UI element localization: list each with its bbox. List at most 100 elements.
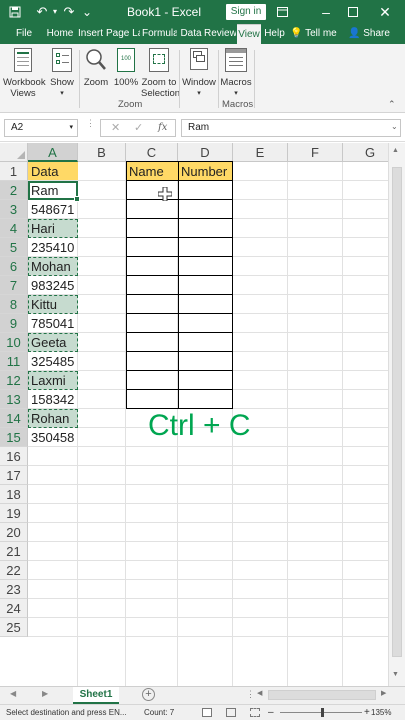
ribbon-separator	[79, 50, 80, 108]
tab-formulas[interactable]: Formula	[142, 24, 177, 44]
next-sheet-icon[interactable]: ▶	[42, 689, 48, 698]
collapse-ribbon-icon[interactable]: ⌃	[388, 99, 396, 110]
window-dropdown-icon: ▾	[197, 90, 201, 97]
window-title: Book1 - Excel	[126, 5, 202, 19]
redo-icon[interactable]: ↷	[62, 0, 76, 24]
name-box[interactable]: A2 ▾	[4, 119, 78, 137]
name-box-dropdown-icon[interactable]: ▾	[69, 120, 73, 136]
scroll-right-icon[interactable]: ▶	[381, 689, 386, 697]
cell-cursor-icon	[157, 186, 173, 204]
prev-sheet-icon[interactable]: ◀	[10, 689, 16, 698]
macros-label: Macros	[220, 77, 252, 88]
scroll-left-icon[interactable]: ◀	[257, 689, 262, 697]
normal-view-icon[interactable]	[202, 708, 212, 717]
shortcut-overlay: Ctrl + C	[148, 409, 251, 442]
copy-marquee-segment	[28, 333, 78, 352]
maximize-icon[interactable]	[343, 0, 363, 24]
workbook-views-icon	[14, 48, 32, 72]
copy-marquee-segment	[28, 409, 78, 428]
tab-review[interactable]: Review	[204, 24, 236, 44]
undo-icon[interactable]: ↶	[34, 0, 50, 24]
show-label: Show	[50, 77, 74, 88]
formula-buttons: ✕ ✓ fx	[100, 119, 176, 137]
expand-formula-icon[interactable]: ⌄	[391, 122, 398, 131]
title-bar: ↶ ▾ ↷ ⌄ Book1 - Excel Sign in – ✕	[0, 0, 405, 24]
tell-me-label: Tell me	[305, 28, 337, 39]
show-dropdown-icon: ▾	[60, 90, 64, 97]
copy-marquee-segment	[28, 371, 78, 390]
ribbon-display-icon[interactable]	[272, 0, 292, 24]
tab-view[interactable]: View	[237, 24, 261, 44]
ribbon: Workbook Views Show ▾ Zoom 100 100% Zoom…	[0, 44, 405, 113]
ribbon-tab-bar: File Home Insert Page La Formula Data Re…	[0, 24, 405, 44]
add-sheet-icon[interactable]: +	[142, 688, 155, 701]
tab-file[interactable]: File	[9, 24, 39, 44]
cancel-icon[interactable]: ✕	[111, 120, 120, 136]
show-icon	[52, 48, 72, 72]
tab-data[interactable]: Data	[179, 24, 203, 44]
window-label: Window	[182, 77, 216, 88]
page-layout-view-icon[interactable]	[226, 708, 236, 717]
save-icon[interactable]	[4, 0, 26, 24]
ribbon-separator	[218, 50, 219, 108]
status-message: Select destination and press EN...	[6, 708, 127, 717]
tab-page-layout[interactable]: Page La	[106, 24, 140, 44]
magnifier-icon	[86, 49, 106, 70]
scroll-thumb[interactable]	[392, 167, 402, 657]
worksheet-grid[interactable]: ABCDEFG 1 2 3 4 5 6 7 8 9 10 11 12 13 14 15 16 17 18 19 20 2…	[0, 143, 388, 686]
zoom-label: Zoom	[83, 77, 109, 88]
fill-handle[interactable]	[74, 196, 80, 202]
zoom-selection-label: Zoom to Selection	[141, 77, 181, 99]
horizontal-scroll-thumb[interactable]	[268, 690, 376, 700]
minimize-icon[interactable]: –	[316, 0, 336, 24]
undo-dropdown-icon[interactable]: ▾	[50, 0, 60, 24]
zoom-100-label: 100%	[113, 77, 139, 88]
ribbon-separator	[254, 50, 255, 108]
macros-dropdown-icon: ▾	[234, 90, 238, 97]
tab-help[interactable]: Help	[263, 24, 286, 44]
sign-in-button[interactable]: Sign in	[226, 4, 266, 20]
scroll-down-icon[interactable]: ▼	[392, 671, 399, 678]
zoom-in-icon[interactable]: +	[364, 705, 370, 720]
tab-insert[interactable]: Insert	[77, 24, 104, 44]
window-icon	[190, 48, 208, 70]
formula-bar-drag-handle[interactable]: ⋮	[86, 119, 95, 135]
show-button[interactable]: Show ▾	[48, 48, 76, 100]
status-count: Count: 7	[144, 708, 175, 717]
page-break-view-icon[interactable]	[250, 708, 260, 717]
workbook-views-button[interactable]: Workbook Views	[3, 48, 46, 100]
share-button[interactable]: 👤 Share	[348, 24, 400, 44]
copy-marquee-segment	[28, 295, 78, 314]
zoom-selection-icon	[149, 48, 169, 72]
formula-input[interactable]: Ram	[181, 119, 401, 137]
zoom-out-icon[interactable]: –	[268, 705, 274, 720]
macros-button[interactable]: Macros ▾	[220, 48, 252, 100]
enter-icon[interactable]: ✓	[134, 120, 143, 136]
insert-function-icon[interactable]: fx	[158, 120, 167, 136]
status-bar: Select destination and press EN... Count…	[0, 704, 405, 720]
active-cell-border	[28, 181, 78, 200]
zoom-button[interactable]: Zoom	[82, 48, 110, 88]
zoom-100-button[interactable]: 100 100%	[112, 48, 140, 88]
window-button[interactable]: Window ▾	[182, 48, 216, 100]
zoom-slider-thumb[interactable]	[321, 708, 324, 717]
macros-icon	[225, 48, 247, 72]
name-box-value: A2	[11, 122, 24, 133]
copy-marquee-segment	[28, 257, 78, 276]
tab-splitter-icon[interactable]: ⋮	[246, 689, 255, 700]
workbook-views-label: Workbook Views	[3, 77, 46, 99]
macros-group-label: Macros	[222, 99, 254, 110]
zoom-group-label: Zoom	[118, 99, 143, 110]
lightbulb-icon: 💡	[290, 28, 303, 39]
formula-bar: A2 ▾ ⋮ ✕ ✓ fx Ram ⌄	[0, 113, 405, 142]
vertical-scrollbar[interactable]: ▲ ▼	[388, 143, 405, 686]
tab-home[interactable]: Home	[44, 24, 76, 44]
sheet-tab-bar: ◀ ▶ Sheet1 + ⋮ ◀ ▶	[0, 686, 405, 704]
tell-me-search[interactable]: 💡 Tell me	[290, 24, 340, 44]
zoom-to-selection-button[interactable]: Zoom to Selection	[141, 48, 181, 100]
zoom-level[interactable]: 135%	[371, 705, 391, 720]
sheet-tab-sheet1[interactable]: Sheet1	[73, 687, 119, 704]
scroll-up-icon[interactable]: ▲	[392, 147, 399, 154]
customize-toolbar-icon[interactable]: ⌄	[80, 0, 94, 24]
close-icon[interactable]: ✕	[375, 0, 395, 24]
